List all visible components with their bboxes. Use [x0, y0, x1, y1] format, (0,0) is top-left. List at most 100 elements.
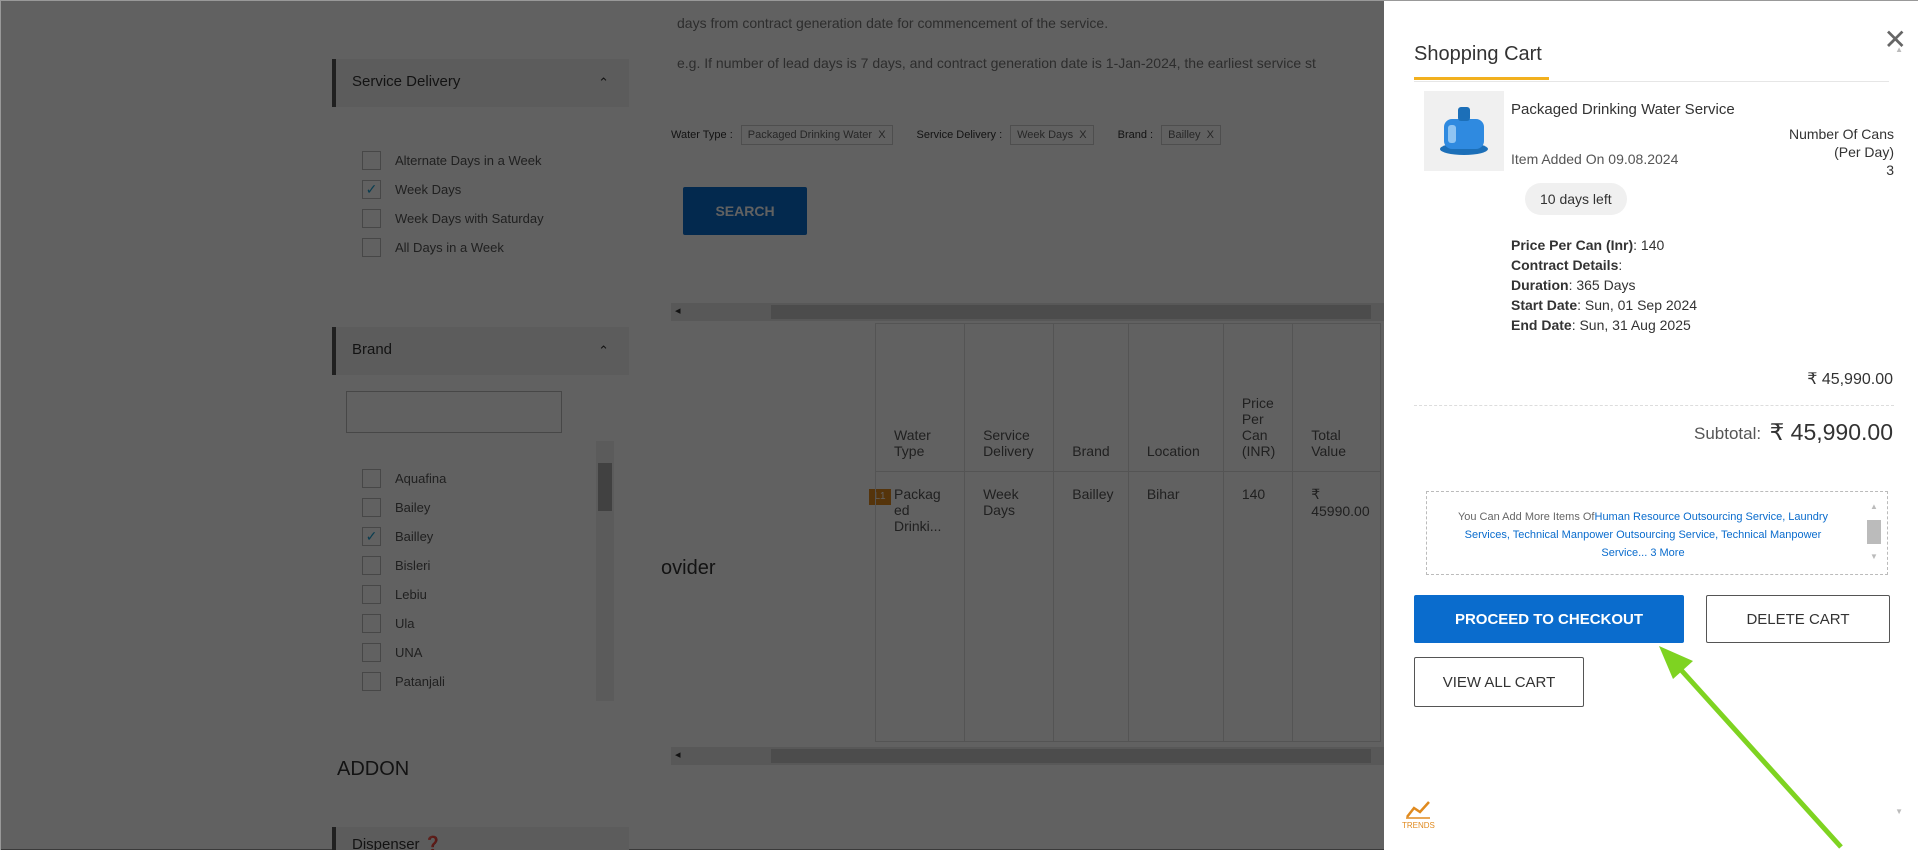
trends-widget[interactable]: TRENDS — [1402, 799, 1435, 830]
shopping-cart-drawer: ✕ Shopping Cart ▲ Packaged Drinking Wate… — [1384, 1, 1918, 850]
divider — [1414, 81, 1889, 82]
brand-search-input[interactable] — [346, 391, 562, 433]
cell-price: 140 — [1222, 471, 1294, 742]
checkbox[interactable] — [362, 556, 381, 575]
days-left-badge: 10 days left — [1525, 183, 1627, 215]
quantity-block: Number Of Cans (Per Day) 3 — [1760, 125, 1894, 179]
filter-sidebar: Service Delivery ⌃ Alternate Days in a W… — [332, 1, 629, 850]
table-header-row: Water Type Service Delivery Brand Locati… — [874, 323, 1381, 472]
results-table: Water Type Service Delivery Brand Locati… — [874, 323, 1381, 742]
duration-value: : 365 Days — [1568, 277, 1636, 293]
option-row[interactable]: Bisleri — [362, 551, 446, 580]
service-delivery-filter-header[interactable]: Service Delivery ⌃ — [332, 59, 629, 107]
scroll-left-icon[interactable]: ◂ — [675, 748, 681, 761]
col-water-type: Water Type — [874, 323, 966, 472]
quantity-label: Number Of Cans (Per Day) — [1788, 126, 1894, 160]
water-can-product-image — [1424, 91, 1504, 171]
scroll-thumb[interactable] — [1867, 520, 1881, 544]
end-date-label: End Date — [1511, 317, 1572, 333]
cart-title: Shopping Cart — [1414, 43, 1542, 65]
promo-text: You Can Add More Items Of — [1457, 511, 1595, 523]
col-service-delivery: Service Delivery — [964, 323, 1055, 472]
filter-title: Dispenser — [352, 836, 420, 850]
option-row[interactable]: ✓ Week Days — [362, 175, 544, 204]
duration-label: Duration — [1511, 277, 1569, 293]
checkbox-checked[interactable]: ✓ — [362, 180, 381, 199]
scroll-down-icon[interactable]: ▼ — [1895, 807, 1903, 816]
col-total-value: Total Value — [1292, 323, 1381, 472]
promo-scrollbar[interactable]: ▲ ▼ — [1867, 498, 1881, 568]
checkbox[interactable] — [362, 238, 381, 257]
checkbox[interactable] — [362, 672, 381, 691]
item-added-date: Item Added On 09.08.2024 — [1511, 151, 1679, 167]
chevron-up-icon[interactable]: ⌃ — [598, 75, 609, 91]
title-underline — [1414, 77, 1549, 80]
checkbox[interactable] — [362, 469, 381, 488]
checkbox[interactable] — [362, 614, 381, 633]
filter-label-brand: Brand : — [1117, 129, 1154, 141]
filter-chip-brand[interactable]: Bailley X — [1161, 125, 1221, 145]
provider-name: ovider — [661, 557, 716, 579]
scroll-thumb[interactable] — [598, 463, 612, 511]
option-row[interactable]: Ula — [362, 609, 446, 638]
item-total-price: ₹ 45,990.00 — [1807, 371, 1893, 388]
checkbox[interactable] — [362, 151, 381, 170]
cell-service-delivery: Week Days — [964, 471, 1055, 742]
cell-water-type: Packag ed Drinki... — [874, 471, 966, 742]
scroll-up-icon[interactable]: ▲ — [1867, 498, 1881, 516]
dispenser-filter-header[interactable]: Dispenser ❓ — [332, 827, 629, 850]
delete-cart-button[interactable]: DELETE CART — [1706, 595, 1890, 643]
search-button[interactable]: SEARCH — [683, 187, 807, 235]
scroll-thumb[interactable] — [771, 749, 1371, 763]
end-date-value: : Sun, 31 Aug 2025 — [1571, 317, 1691, 333]
filter-chip-service-delivery[interactable]: Week Days X — [1010, 125, 1094, 145]
checkbox[interactable] — [362, 498, 381, 517]
filter-chip-water-type[interactable]: Packaged Drinking Water X — [740, 125, 893, 145]
table-scrollbar-bottom[interactable]: ◂ — [671, 747, 1391, 765]
col-price-per-can: Price Per Can (INR) — [1222, 323, 1294, 472]
scroll-down-icon[interactable]: ▼ — [1867, 548, 1881, 566]
cell-total: ₹ 45990.00 — [1292, 471, 1381, 742]
option-row[interactable]: Week Days with Saturday — [362, 204, 544, 233]
col-brand: Brand — [1053, 323, 1129, 472]
brand-filter-header[interactable]: Brand ⌃ — [332, 327, 629, 375]
option-row[interactable]: Aquafina — [362, 464, 446, 493]
col-location: Location — [1127, 323, 1224, 472]
checkbox[interactable] — [362, 585, 381, 604]
brand-list-scrollbar[interactable] — [596, 441, 614, 701]
option-row[interactable]: Lebiu — [362, 580, 446, 609]
cart-item-name[interactable]: Packaged Drinking Water Service — [1511, 99, 1741, 121]
help-icon: ❓ — [423, 836, 443, 850]
view-all-cart-button[interactable]: VIEW ALL CART — [1414, 657, 1584, 707]
subtotal-label: Subtotal: — [1694, 424, 1762, 443]
quantity-value: 3 — [1886, 162, 1894, 178]
active-filters: Water Type : Packaged Drinking Water X S… — [671, 125, 1221, 145]
start-date-label: Start Date — [1511, 297, 1578, 313]
checkbox[interactable] — [362, 643, 381, 662]
option-row[interactable]: ✓ Bailley — [362, 522, 446, 551]
info-text-line-2: e.g. If number of lead days is 7 days, a… — [677, 55, 1316, 71]
proceed-to-checkout-button[interactable]: PROCEED TO CHECKOUT — [1414, 595, 1684, 643]
trends-label: TRENDS — [1402, 821, 1435, 830]
option-row[interactable]: Bailey — [362, 493, 446, 522]
info-text-line-1: days from contract generation date for c… — [677, 15, 1109, 31]
scroll-thumb[interactable] — [771, 305, 1371, 319]
trends-chart-icon — [1406, 801, 1431, 819]
start-date-value: : Sun, 01 Sep 2024 — [1577, 297, 1698, 313]
cell-location: Bihar — [1127, 471, 1224, 742]
divider — [1414, 405, 1894, 406]
checkbox[interactable] — [362, 209, 381, 228]
option-row[interactable]: All Days in a Week — [362, 233, 544, 262]
option-row[interactable]: UNA — [362, 638, 446, 667]
scroll-up-icon[interactable]: ▲ — [1895, 45, 1903, 54]
table-scrollbar-top[interactable]: ◂ — [671, 303, 1391, 321]
checkbox-checked[interactable]: ✓ — [362, 527, 381, 546]
table-row[interactable]: Packag ed Drinki... Week Days Bailley Bi… — [874, 471, 1381, 742]
filter-label-water-type: Water Type : — [671, 129, 733, 141]
filter-title: Service Delivery — [352, 73, 461, 90]
chevron-up-icon[interactable]: ⌃ — [598, 343, 609, 359]
scroll-left-icon[interactable]: ◂ — [675, 304, 681, 317]
price-value: : 140 — [1633, 237, 1665, 253]
option-row[interactable]: Patanjali — [362, 667, 446, 696]
option-row[interactable]: Alternate Days in a Week — [362, 146, 544, 175]
